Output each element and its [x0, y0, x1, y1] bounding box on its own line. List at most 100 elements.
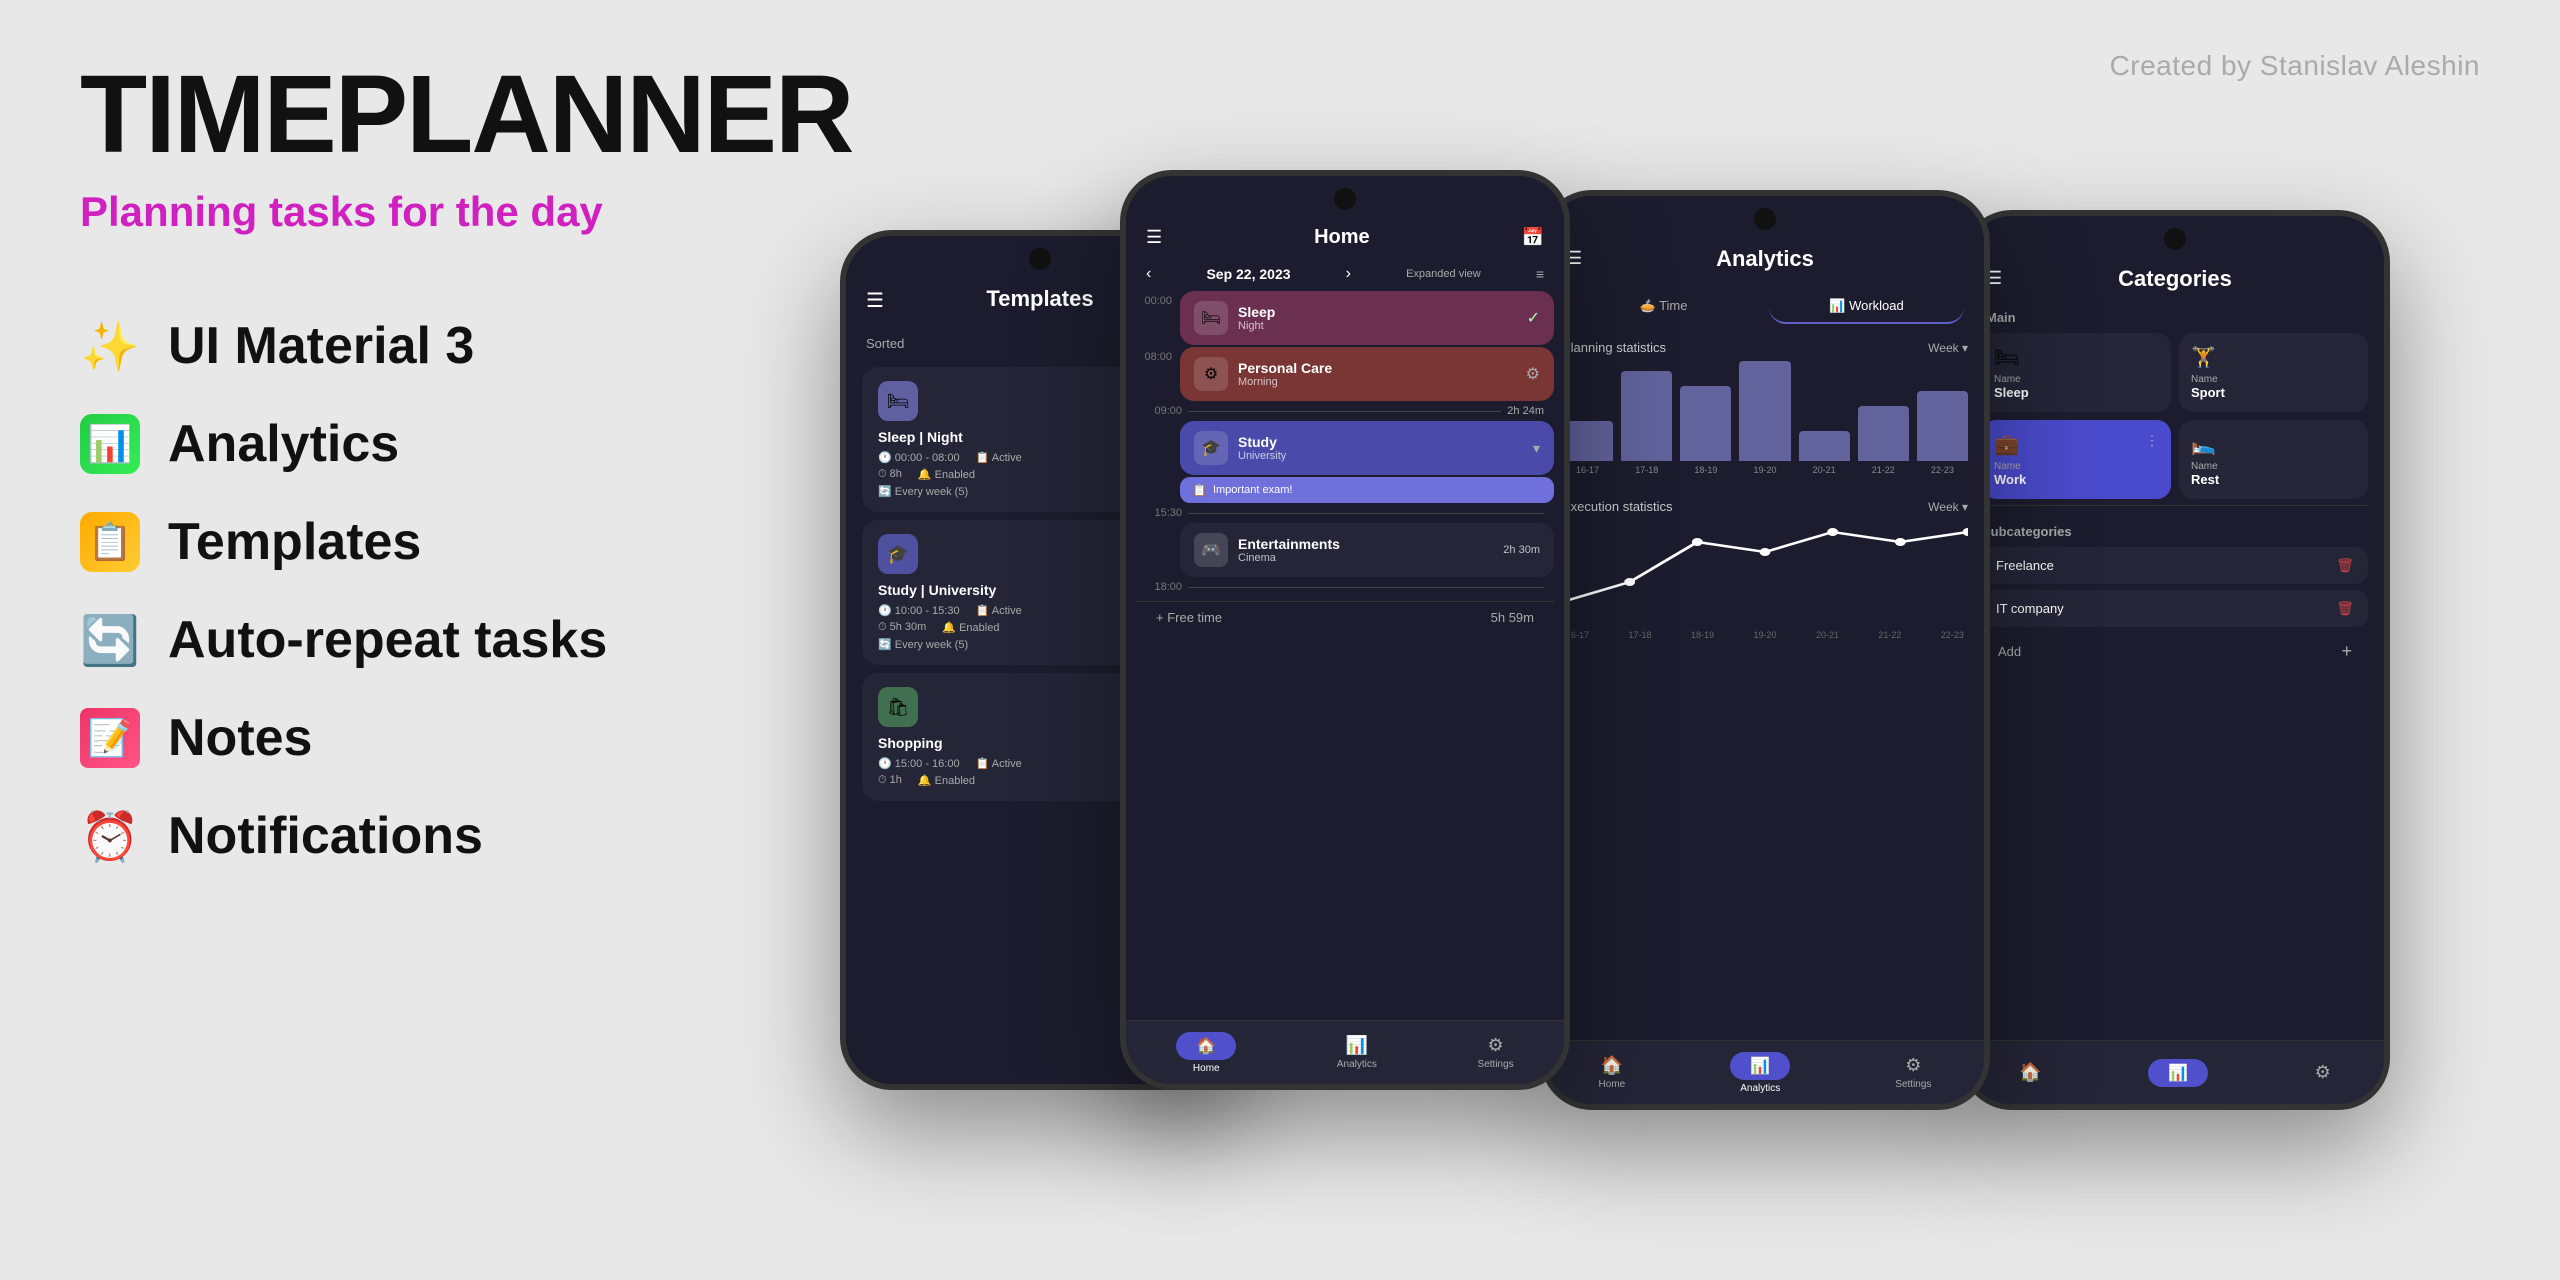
nav-a-home-label: Home [1599, 1079, 1626, 1090]
nav-analytics-label: Analytics [1337, 1059, 1377, 1070]
phones-container: ☰ Templates Sorted + 🛏 Sleep | Night 🕐 0… [760, 150, 2560, 1250]
study-expand-icon[interactable]: ▾ [1533, 440, 1540, 457]
sleep-task-info: Sleep Night [1238, 304, 1275, 332]
nav-settings[interactable]: ⚙ Settings [1478, 1035, 1514, 1070]
nav-home[interactable]: 🏠 Home [1176, 1032, 1236, 1074]
study-notif-chip: 🔔 Enabled [942, 621, 999, 634]
nav-a-analytics-icon: 📊 [1730, 1052, 1790, 1080]
sep-line-0900 [1188, 411, 1501, 412]
expanded-view-button[interactable]: Expanded view [1406, 268, 1481, 280]
execution-x-labels: 16-17 17-18 18-19 19-20 20-21 21-22 22-2… [1562, 630, 1968, 640]
free-time-duration: 5h 59m [1491, 610, 1534, 625]
time-label-0000: 00:00 [1136, 291, 1172, 307]
date-navigation: ‹ Sep 22, 2023 › Expanded view ≡ [1126, 259, 1564, 289]
ui-material-icon: ✨ [80, 316, 140, 376]
planning-stats-title: Planning statistics [1562, 340, 1666, 355]
category-sport[interactable]: 🏋 Name Sport [2179, 333, 2368, 412]
nav-analytics-active[interactable]: 📊 Analytics [1730, 1052, 1790, 1094]
nav-analytics-settings[interactable]: ⚙ Settings [1895, 1055, 1931, 1090]
study-time-chip: 🕐 10:00 - 15:30 [878, 604, 960, 617]
sleep-time-chip: 🕐 00:00 - 08:00 [878, 451, 960, 464]
home-screen: ☰ Home 📅 ‹ Sep 22, 2023 › Expanded view … [1126, 176, 1564, 1084]
bar-label-6: 21-22 [1872, 465, 1895, 475]
bar-label-1: 16-17 [1576, 465, 1599, 475]
bar-col-5: 20-21 [1799, 431, 1850, 475]
bar-2 [1621, 371, 1672, 461]
work-dots-icon[interactable]: ⋮ [2145, 432, 2159, 449]
delete-it-company-icon[interactable]: 🗑 [2336, 600, 2354, 617]
phone-notch-templates [1029, 248, 1051, 270]
bar-chart: 16-17 17-18 18-19 19-20 [1562, 363, 1968, 483]
planning-stats-period[interactable]: Week ▾ [1928, 341, 1968, 355]
task-study[interactable]: 🎓 Study University ▾ [1180, 421, 1554, 475]
current-date: Sep 22, 2023 [1206, 266, 1290, 282]
subcategory-freelance-name: Freelance [1996, 558, 2054, 573]
nav-cat-analytics[interactable]: 📊 [2148, 1059, 2208, 1087]
bar-col-2: 17-18 [1621, 371, 1672, 475]
date-prev-button[interactable]: ‹ [1146, 265, 1151, 283]
subcategories-title: Subcategories [1982, 516, 2368, 547]
personal-care-inner: ⚙ Personal Care Morning [1194, 357, 1332, 391]
sep-time-1530: 15:30 [1146, 507, 1182, 519]
sleep-task-sub: Night [1238, 320, 1275, 332]
task-entertainment[interactable]: 🎮 Entertainments Cinema 2h 30m [1180, 523, 1554, 577]
bar-3 [1680, 386, 1731, 461]
line-chart [1562, 522, 1968, 622]
nav-home-icon: 🏠 [1176, 1032, 1236, 1060]
home-calendar-icon[interactable]: 📅 [1522, 227, 1544, 248]
nav-cat-home[interactable]: 🏠 [2019, 1062, 2041, 1083]
nav-a-settings-label: Settings [1895, 1079, 1931, 1090]
add-subcategory-icon[interactable]: + [2341, 641, 2352, 662]
point-4 [1760, 548, 1771, 556]
tab-workload-icon: 📊 [1829, 298, 1845, 313]
personal-care-settings-icon[interactable]: ⚙ [1526, 364, 1540, 384]
timeline-area: 00:00 🛏 Sleep Night ✓ 08: [1126, 289, 1564, 633]
nav-analytics-home[interactable]: 🏠 Home [1599, 1055, 1626, 1090]
subcategory-it-company[interactable]: IT company 🗑 [1982, 590, 2368, 627]
cat-sleep-icon: 🛏 [1994, 345, 2159, 370]
tab-time[interactable]: 🥧 Time [1566, 290, 1761, 324]
bar-label-5: 20-21 [1813, 465, 1836, 475]
category-rest[interactable]: 🛌 Name Rest [2179, 420, 2368, 499]
category-work[interactable]: 💼 ⋮ Name Work [1982, 420, 2171, 499]
home-menu-icon[interactable]: ☰ [1146, 227, 1162, 248]
shopping-time-chip: 🕐 15:00 - 16:00 [878, 757, 960, 770]
bar-col-7: 22-23 [1917, 391, 1968, 475]
templates-menu-icon[interactable]: ☰ [866, 288, 884, 313]
subcategory-freelance[interactable]: Freelance 🗑 [1982, 547, 2368, 584]
date-next-button[interactable]: › [1346, 265, 1351, 283]
sleep-template-icon: 🛏 [878, 381, 918, 421]
cat-sport-icon: 🏋 [2191, 345, 2356, 370]
cat-work-label: Name [1994, 461, 2159, 472]
app-subtitle: Planning tasks for the day [80, 188, 780, 236]
planning-stats-header: Planning statistics Week ▾ [1562, 340, 1968, 355]
subcategories-section: Subcategories Freelance 🗑 IT company 🗑 A… [1966, 508, 2384, 678]
category-sleep[interactable]: 🛏 Name Sleep [1982, 333, 2171, 412]
execution-stats-period[interactable]: Week ▾ [1928, 500, 1968, 514]
free-time-label: + Free time [1156, 610, 1222, 625]
task-sleep[interactable]: 🛏 Sleep Night ✓ [1180, 291, 1554, 345]
phone-categories: ☰ Categories Main 🛏 Name Sleep 🏋 Name Sp… [1960, 210, 2390, 1110]
list-view-icon[interactable]: ≡ [1536, 266, 1544, 282]
delete-freelance-icon[interactable]: 🗑 [2336, 557, 2354, 574]
nav-cat-settings-icon: ⚙ [2315, 1062, 2331, 1083]
execution-stats-header: Execution statistics Week ▾ [1562, 499, 1968, 514]
nav-analytics[interactable]: 📊 Analytics [1337, 1035, 1377, 1070]
analytics-screen: ☰ Analytics 🥧 Time 📊 Workload Planning s… [1546, 196, 1984, 1104]
bar-5 [1799, 431, 1850, 461]
nav-a-settings-icon: ⚙ [1905, 1055, 1921, 1076]
add-subcategory-row[interactable]: Add + [1982, 633, 2368, 670]
nav-cat-settings[interactable]: ⚙ [2315, 1062, 2331, 1083]
tab-time-label: Time [1659, 298, 1687, 313]
point-7 [1963, 528, 1968, 536]
tab-workload[interactable]: 📊 Workload [1769, 290, 1964, 324]
analytics-icon: 📊 [80, 414, 140, 474]
free-time-row[interactable]: + Free time 5h 59m [1136, 601, 1554, 633]
cat-work-value: Work [1994, 472, 2159, 487]
point-5 [1827, 528, 1838, 536]
planning-stats-section: Planning statistics Week ▾ 16-17 17-18 1… [1546, 332, 1984, 491]
notes-icon: 📝 [80, 708, 140, 768]
task-personal-care[interactable]: ⚙ Personal Care Morning ⚙ [1180, 347, 1554, 401]
shopping-duration-chip: ⏱ 1h [878, 774, 902, 787]
feature-notes: 📝 Notes [80, 708, 780, 768]
